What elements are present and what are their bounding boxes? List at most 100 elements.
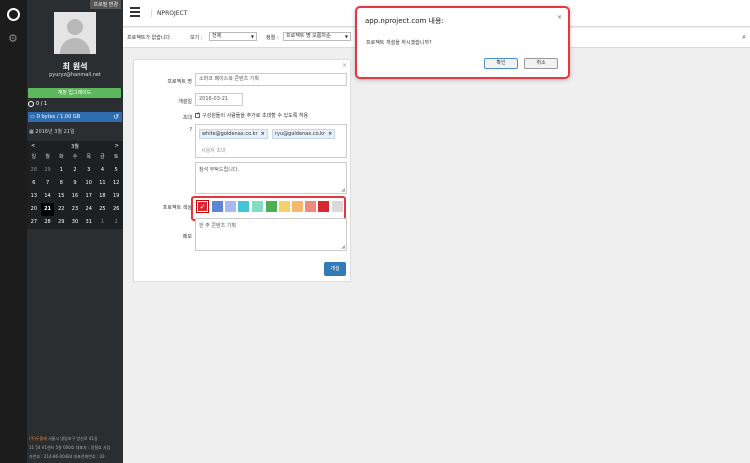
empty-state-text: 프로젝트가 없습니다.: [127, 35, 172, 41]
calendar-day[interactable]: 10: [82, 177, 96, 190]
calendar-day[interactable]: 28: [41, 216, 55, 229]
calendar-day[interactable]: 1: [54, 164, 68, 177]
calendar-day[interactable]: 14: [41, 190, 55, 203]
calendar-day[interactable]: 30: [68, 216, 82, 229]
calendar-day[interactable]: 4: [96, 164, 110, 177]
history-icon[interactable]: ↺: [113, 112, 119, 122]
memo-textarea[interactable]: 한 주 콘텐츠 기획 ◢: [195, 218, 347, 251]
calendar-day[interactable]: 8: [54, 177, 68, 190]
current-date: ▦ 2016년 3월 21일: [29, 128, 75, 135]
next-month-button[interactable]: >: [115, 143, 119, 149]
calendar-day[interactable]: 18: [96, 190, 110, 203]
color-swatch[interactable]: [279, 201, 290, 212]
color-swatch[interactable]: [318, 201, 329, 212]
calendar-day[interactable]: 7: [41, 177, 55, 190]
invitee-tag: ryu@goldenax.co.kr ×: [272, 129, 336, 139]
storage-text: 0 bytes / 1.00 GB: [36, 114, 81, 120]
sort-select[interactable]: 프로젝트 명 오름차순 ▼: [283, 32, 351, 41]
calendar-day[interactable]: 5: [109, 164, 123, 177]
calendar-day[interactable]: 29: [41, 164, 55, 177]
project-count: 0 / 1: [28, 101, 47, 107]
calendar-day[interactable]: 29: [54, 216, 68, 229]
upgrade-account-button[interactable]: 계정 업그레이드: [28, 88, 121, 98]
search-icon[interactable]: ⌕: [742, 33, 746, 42]
calendar-day[interactable]: 3: [82, 164, 96, 177]
calendar-day[interactable]: 2: [68, 164, 82, 177]
company-footer: (주)두올재 서울시 영등포구 양산로 41길 11 54 V1센터 5층 00…: [29, 434, 122, 461]
confirm-cancel-button[interactable]: 취소: [524, 58, 558, 69]
calendar-day[interactable]: 23: [68, 203, 82, 216]
color-swatch[interactable]: [252, 201, 263, 212]
calendar-day[interactable]: 6: [27, 177, 41, 190]
avatar-body-shape: [60, 38, 90, 54]
caret-down-icon: ▼: [344, 34, 348, 39]
calendar-day[interactable]: 15: [54, 190, 68, 203]
calendar-day[interactable]: 2: [109, 216, 123, 229]
project-name-label: 프로젝트 명: [167, 79, 192, 85]
calendar-day[interactable]: 27: [27, 216, 41, 229]
user-email: pyuryz@hanmail.net: [49, 72, 101, 78]
calendar-day[interactable]: 26: [109, 203, 123, 216]
profile-sidebar: 프로필 변경 최 원석 pyuryz@hanmail.net 계정 업그레이드 …: [27, 0, 123, 463]
close-icon[interactable]: ×: [557, 14, 562, 21]
check-icon: ✓: [199, 203, 206, 211]
avatar[interactable]: [54, 12, 96, 54]
app-brand[interactable]: NPROJECT: [151, 10, 187, 17]
profile-change-button[interactable]: 프로필 변경: [90, 0, 121, 9]
view-label: 보기 :: [190, 35, 203, 41]
help-icon[interactable]: ?: [140, 127, 192, 133]
calendar-day[interactable]: 12: [109, 177, 123, 190]
resize-handle-icon[interactable]: ◢: [341, 187, 345, 193]
calendar-day[interactable]: 11: [96, 177, 110, 190]
calendar-day[interactable]: 24: [82, 203, 96, 216]
invite-message-textarea[interactable]: 참석 부탁드립니다. ◢: [195, 162, 347, 194]
color-swatch[interactable]: [238, 201, 249, 212]
view-select[interactable]: 전체 ▼: [209, 32, 257, 41]
project-name-input[interactable]: 소마코 페이스북 콘텐츠 기획: [195, 73, 347, 86]
calendar-day[interactable]: 28: [27, 164, 41, 177]
allow-invite-text: 구성원들이 사람들을 추가로 초대할 수 있도록 허용: [202, 113, 309, 119]
weekday-header: 목: [86, 154, 91, 160]
user-name: 최 원석: [62, 62, 88, 71]
invite-input-placeholder[interactable]: 사용자 초대: [201, 147, 226, 154]
calendar-day[interactable]: 16: [68, 190, 82, 203]
open-date-input[interactable]: 2016-03-21: [195, 93, 243, 106]
color-swatch[interactable]: ✓: [196, 200, 209, 213]
calendar-day[interactable]: 13: [27, 190, 41, 203]
dialog-message: 프로젝트 개설을 하시겠습니까?: [366, 40, 432, 46]
color-swatch[interactable]: [225, 201, 236, 212]
remove-tag-icon[interactable]: ×: [261, 131, 265, 137]
color-swatch[interactable]: [266, 201, 277, 212]
calendar-day[interactable]: 17: [82, 190, 96, 203]
hamburger-menu-icon[interactable]: [130, 7, 140, 19]
close-icon[interactable]: ×: [342, 62, 347, 69]
invite-message-text: 참석 부탁드립니다.: [199, 167, 239, 173]
weekday-header: 화: [58, 154, 64, 160]
color-swatch[interactable]: [292, 201, 303, 212]
calendar-day[interactable]: 25: [96, 203, 110, 216]
color-swatch[interactable]: [305, 201, 316, 212]
calendar-day[interactable]: 9: [68, 177, 82, 190]
allow-invite-option[interactable]: 구성원들이 사람들을 추가로 초대할 수 있도록 허용: [195, 111, 309, 119]
app-logo-icon[interactable]: [7, 8, 20, 21]
sort-select-value: 프로젝트 명 오름차순: [286, 33, 331, 39]
color-swatch[interactable]: [212, 201, 223, 212]
calendar-day[interactable]: 19: [109, 190, 123, 203]
allow-invite-checkbox[interactable]: [195, 111, 200, 118]
create-project-button[interactable]: 개설: [324, 262, 346, 276]
resize-handle-icon[interactable]: ◢: [341, 244, 345, 250]
weekday-header: 월: [45, 154, 50, 160]
project-count-text: 0 / 1: [36, 101, 48, 107]
sort-label: 정렬 :: [266, 35, 279, 41]
invite-tag-box[interactable]: white@goldenax.co.kr × ryu@goldenax.co.kr…: [195, 124, 347, 158]
color-swatch[interactable]: [332, 201, 343, 212]
calendar-day[interactable]: 20: [27, 203, 41, 216]
prev-month-button[interactable]: <: [31, 143, 35, 149]
calendar-day[interactable]: 22: [54, 203, 68, 216]
remove-tag-icon[interactable]: ×: [328, 131, 332, 137]
calendar-day[interactable]: 21: [40, 203, 55, 216]
calendar-day[interactable]: 1: [96, 216, 110, 229]
calendar-day[interactable]: 31: [82, 216, 96, 229]
gear-icon[interactable]: ⚙: [8, 33, 18, 45]
confirm-ok-button[interactable]: 확인: [484, 58, 518, 69]
